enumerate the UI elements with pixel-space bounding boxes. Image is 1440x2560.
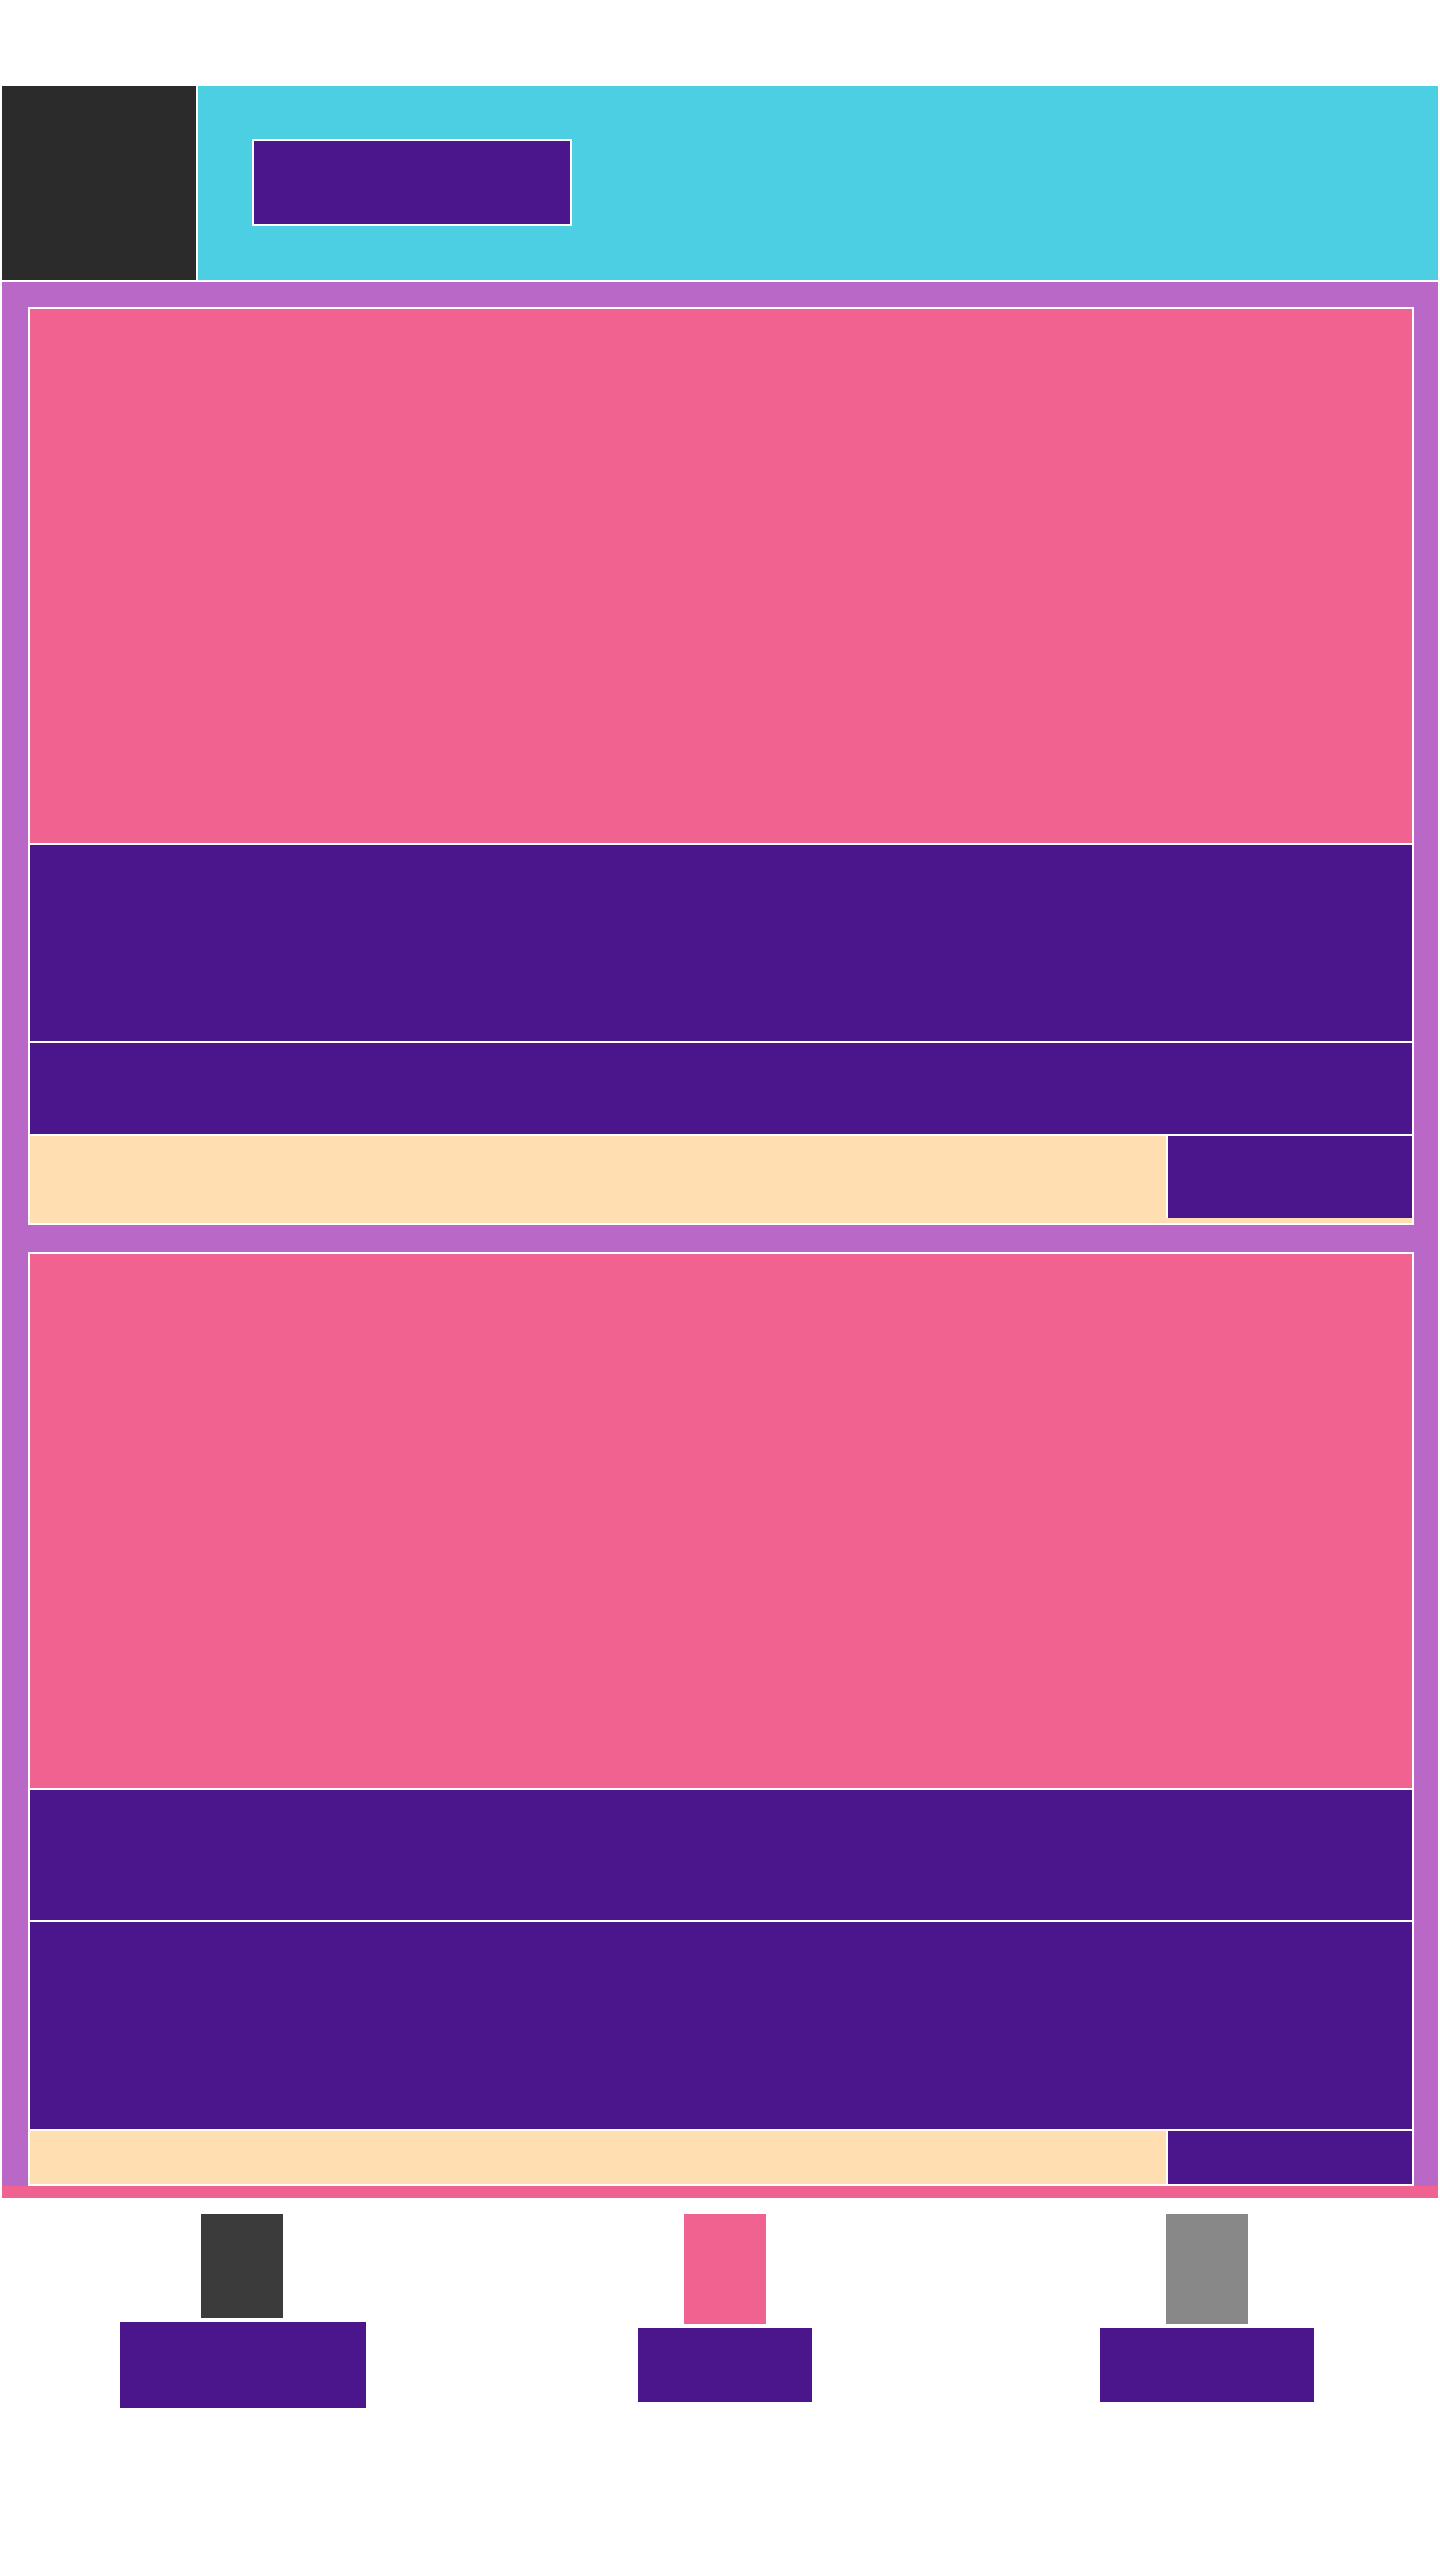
card-image[interactable]	[30, 309, 1412, 845]
nav-label[interactable]	[638, 2328, 812, 2402]
nav-icon-dark[interactable]	[201, 2214, 283, 2318]
content-card	[28, 1252, 1414, 2186]
header-button[interactable]	[252, 139, 572, 226]
card-footer-text	[30, 2131, 1166, 2184]
app-logo[interactable]	[2, 86, 198, 280]
nav-label[interactable]	[1100, 2328, 1314, 2402]
card-title	[30, 1790, 1412, 1922]
bottom-divider	[2, 2186, 1438, 2198]
card-action-button[interactable]	[1166, 2131, 1412, 2184]
card-image[interactable]	[30, 1254, 1412, 1790]
card-footer	[30, 1136, 1412, 1223]
card-subtitle	[30, 1043, 1412, 1136]
card-subtitle	[30, 1922, 1412, 2131]
nav-label[interactable]	[120, 2322, 366, 2408]
card-title	[30, 845, 1412, 1043]
card-action-button[interactable]	[1166, 1136, 1412, 1218]
nav-icon-gray[interactable]	[1166, 2214, 1248, 2324]
content-card	[28, 307, 1414, 1225]
nav-icon-pink[interactable]	[684, 2214, 766, 2324]
card-footer-text	[30, 1136, 1166, 1223]
card-footer	[30, 2131, 1412, 2184]
